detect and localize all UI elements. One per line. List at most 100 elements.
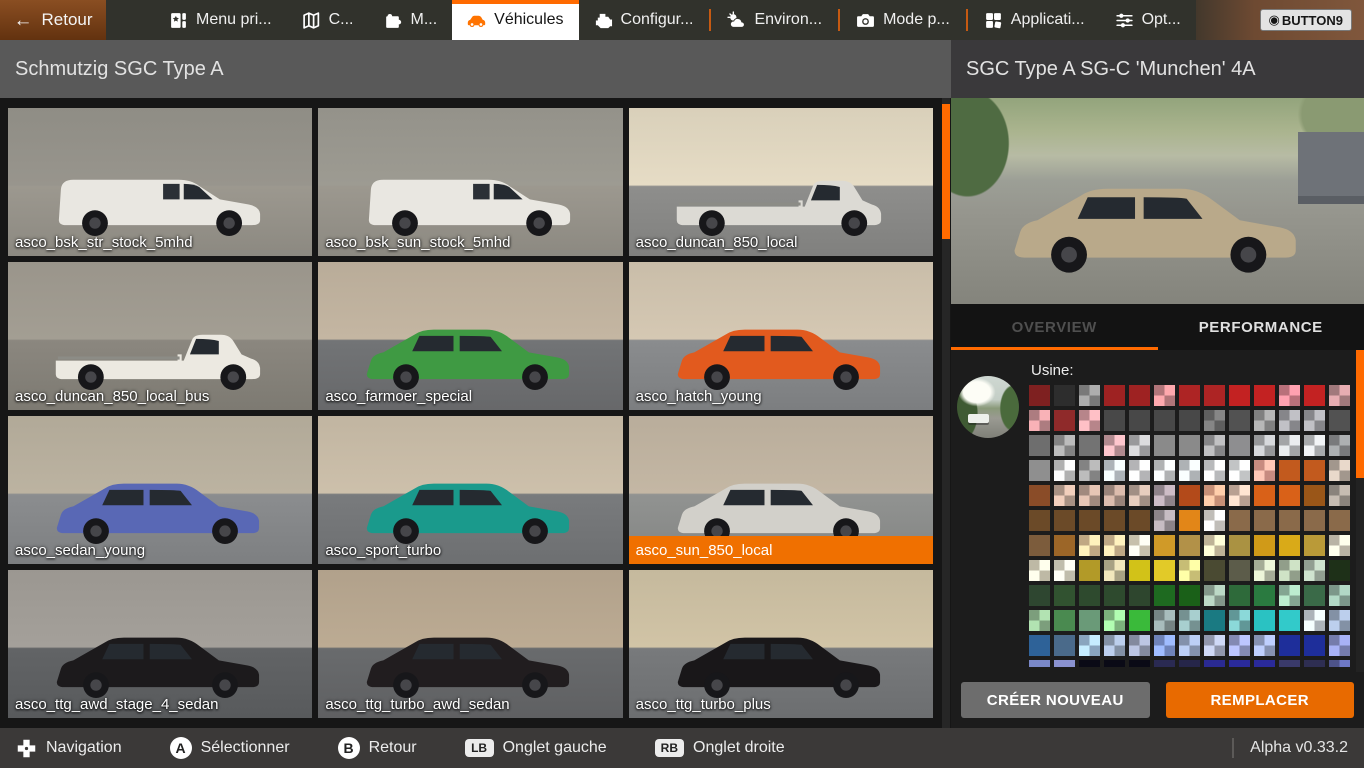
paint-swatch[interactable] — [1304, 535, 1325, 556]
paint-swatch[interactable] — [1104, 385, 1125, 406]
paint-swatch[interactable] — [1229, 610, 1250, 631]
paint-swatch[interactable] — [1154, 435, 1175, 456]
paint-swatch[interactable] — [1229, 460, 1250, 481]
paint-swatch[interactable] — [1304, 660, 1325, 667]
paint-swatch[interactable] — [1129, 660, 1150, 667]
paint-swatch[interactable] — [1029, 410, 1050, 431]
paint-swatch[interactable] — [1204, 585, 1225, 606]
paint-swatch[interactable] — [1129, 485, 1150, 506]
paint-swatch[interactable] — [1204, 385, 1225, 406]
paint-swatch[interactable] — [1304, 435, 1325, 456]
paint-swatch[interactable] — [1229, 585, 1250, 606]
paint-swatch[interactable] — [1129, 510, 1150, 531]
paint-swatch[interactable] — [1029, 635, 1050, 656]
paint-swatch[interactable] — [1254, 635, 1275, 656]
paint-swatch[interactable] — [1129, 460, 1150, 481]
vehicle-card[interactable]: asco_duncan_850_local_bus — [8, 262, 313, 410]
paint-swatch[interactable] — [1104, 485, 1125, 506]
paint-swatch[interactable] — [1104, 660, 1125, 667]
paint-swatch[interactable] — [1129, 560, 1150, 581]
vehicle-card[interactable]: asco_sport_turbo — [318, 416, 623, 564]
paint-swatch[interactable] — [1304, 560, 1325, 581]
paint-swatch[interactable] — [1029, 610, 1050, 631]
paint-swatch[interactable] — [1029, 660, 1050, 667]
paint-swatch[interactable] — [1254, 385, 1275, 406]
paint-swatch[interactable] — [1329, 610, 1350, 631]
paint-swatch[interactable] — [1179, 435, 1200, 456]
paint-swatch[interactable] — [1229, 510, 1250, 531]
paint-swatch[interactable] — [1179, 610, 1200, 631]
paint-swatch[interactable] — [1054, 610, 1075, 631]
scrollbar-thumb[interactable] — [1356, 350, 1364, 478]
paint-swatch[interactable] — [1104, 460, 1125, 481]
paint-swatch[interactable] — [1279, 460, 1300, 481]
vehicle-card[interactable]: asco_ttg_turbo_plus — [628, 570, 933, 718]
tab-vehicles[interactable]: Véhicules — [452, 0, 579, 40]
environment-thumbnail[interactable] — [957, 376, 1019, 438]
paint-swatch[interactable] — [1304, 460, 1325, 481]
paint-swatch[interactable] — [1329, 435, 1350, 456]
paint-swatch[interactable] — [1204, 485, 1225, 506]
paint-swatch[interactable] — [1254, 510, 1275, 531]
vehicle-card[interactable]: asco_ttg_awd_stage_4_sedan — [8, 570, 313, 718]
paint-swatch[interactable] — [1179, 635, 1200, 656]
tab-camera[interactable]: Mode p... — [841, 0, 965, 40]
paint-swatch[interactable] — [1029, 435, 1050, 456]
paint-swatch[interactable] — [1329, 410, 1350, 431]
paint-swatch[interactable] — [1279, 635, 1300, 656]
paint-swatch[interactable] — [1054, 535, 1075, 556]
paint-swatch[interactable] — [1329, 635, 1350, 656]
paint-swatch[interactable] — [1329, 385, 1350, 406]
paint-swatch[interactable] — [1154, 460, 1175, 481]
paint-swatch[interactable] — [1254, 610, 1275, 631]
paint-swatch[interactable] — [1279, 385, 1300, 406]
paint-swatch[interactable] — [1254, 485, 1275, 506]
paint-swatch[interactable] — [1104, 635, 1125, 656]
paint-swatch[interactable] — [1329, 585, 1350, 606]
detail-scrollbar[interactable] — [1356, 350, 1364, 672]
paint-swatch[interactable] — [1154, 385, 1175, 406]
paint-swatch[interactable] — [1179, 385, 1200, 406]
paint-swatch[interactable] — [1129, 635, 1150, 656]
paint-swatch[interactable] — [1254, 585, 1275, 606]
tab-engine[interactable]: Configur... — [579, 0, 709, 40]
paint-swatch[interactable] — [1079, 410, 1100, 431]
paint-swatch[interactable] — [1054, 485, 1075, 506]
paint-swatch[interactable] — [1079, 485, 1100, 506]
paint-swatch[interactable] — [1229, 535, 1250, 556]
paint-swatch[interactable] — [1079, 510, 1100, 531]
paint-swatch[interactable] — [1154, 510, 1175, 531]
vehicle-card[interactable]: asco_farmoer_special — [318, 262, 623, 410]
replace-button[interactable]: REMPLACER — [1165, 682, 1354, 718]
paint-swatch[interactable] — [1129, 385, 1150, 406]
paint-swatch[interactable] — [1229, 560, 1250, 581]
paint-swatch[interactable] — [1029, 585, 1050, 606]
paint-swatch[interactable] — [1329, 535, 1350, 556]
paint-swatch[interactable] — [1204, 660, 1225, 667]
detail-tab-overview[interactable]: OVERVIEW — [951, 304, 1158, 350]
paint-swatch[interactable] — [1079, 585, 1100, 606]
paint-swatch[interactable] — [1129, 435, 1150, 456]
paint-swatch[interactable] — [1054, 660, 1075, 667]
paint-swatch[interactable] — [1204, 560, 1225, 581]
paint-swatch[interactable] — [1204, 510, 1225, 531]
paint-swatch[interactable] — [1204, 460, 1225, 481]
vehicle-card[interactable]: asco_sedan_young — [8, 416, 313, 564]
tab-main-menu[interactable]: Menu pri... — [154, 0, 287, 40]
paint-swatch[interactable] — [1329, 660, 1350, 667]
paint-swatch[interactable] — [1129, 610, 1150, 631]
paint-swatch[interactable] — [1029, 510, 1050, 531]
paint-swatch[interactable] — [1054, 560, 1075, 581]
paint-swatch[interactable] — [1154, 660, 1175, 667]
scrollbar-thumb[interactable] — [942, 104, 950, 239]
paint-swatch[interactable] — [1279, 510, 1300, 531]
paint-swatch[interactable] — [1204, 635, 1225, 656]
paint-swatch[interactable] — [1329, 510, 1350, 531]
paint-swatch[interactable] — [1029, 485, 1050, 506]
paint-swatch[interactable] — [1104, 510, 1125, 531]
paint-swatch[interactable] — [1029, 385, 1050, 406]
paint-swatch[interactable] — [1054, 585, 1075, 606]
paint-swatch[interactable] — [1229, 385, 1250, 406]
paint-swatch[interactable] — [1304, 410, 1325, 431]
paint-swatch[interactable] — [1204, 410, 1225, 431]
